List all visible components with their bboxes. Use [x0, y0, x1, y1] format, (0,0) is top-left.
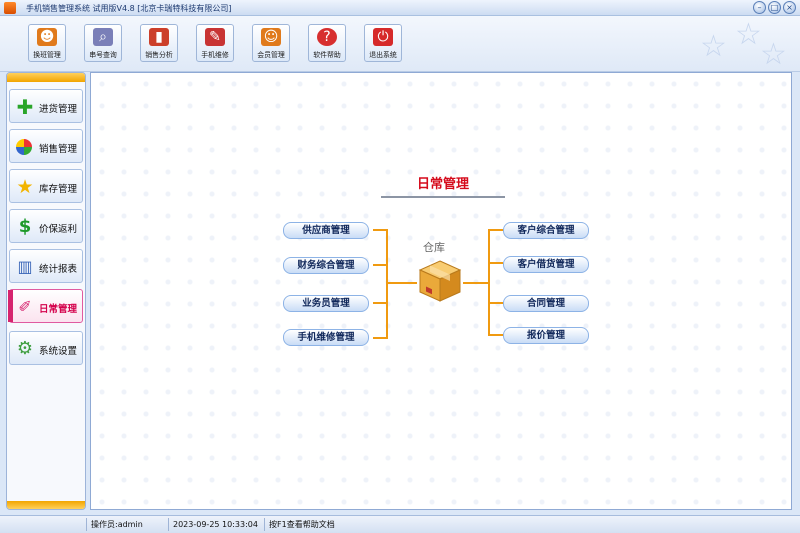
customer-management-node[interactable]: 客户综合管理: [503, 222, 589, 239]
sidebar: ✚ 进货管理 销售管理 ★ 库存管理 $ 价保返利 ▥ 统计报表 ✐ 日常管理 …: [6, 72, 86, 510]
sidebar-item-daily[interactable]: ✐ 日常管理: [8, 289, 83, 323]
member-management-button[interactable]: ☺ 会员管理: [252, 24, 290, 62]
title-bar: 手机销售管理系统 试用版V4.8 [北京卡瑞特科技有限公司] – □ ×: [0, 0, 800, 16]
window-title: 手机销售管理系统 试用版V4.8 [北京卡瑞特科技有限公司]: [26, 4, 232, 13]
status-operator: 操作员:admin: [86, 518, 168, 531]
sidebar-top-bar: [7, 73, 85, 82]
brush-icon: ✐: [18, 297, 32, 316]
toolbar: ☆ ☆ ☆ ☻ 换班管理 ⌕ 串号查询 ▮ 销售分析 ✎ 手机维修 ☺ 会员管理…: [0, 16, 800, 72]
sidebar-item-settings[interactable]: ⚙ 系统设置: [9, 331, 83, 365]
phone-repair-management-node[interactable]: 手机维修管理: [283, 329, 369, 346]
app-logo-icon: [4, 2, 16, 14]
software-help-button[interactable]: ? 软件帮助: [308, 24, 346, 62]
daily-management-diagram: 日常管理 供应商管理 财务综合管理 业务员管理 手机维修管理 客户综合管理 客户…: [91, 73, 793, 511]
person-swap-icon: ☻: [37, 28, 57, 46]
gear-icon: ⚙: [16, 338, 34, 359]
window-controls: – □ ×: [753, 1, 796, 14]
exit-system-button[interactable]: ⏻ 退出系统: [364, 24, 402, 62]
sidebar-item-reports[interactable]: ▥ 统计报表: [9, 249, 83, 283]
status-hint: 按F1查看帮助文档: [264, 518, 794, 531]
bar-chart-icon: ▮: [149, 28, 169, 46]
contract-management-node[interactable]: 合同管理: [503, 295, 589, 312]
sidebar-item-inventory[interactable]: ★ 库存管理: [9, 169, 83, 203]
sidebar-item-sales[interactable]: 销售管理: [9, 129, 83, 163]
quotation-management-node[interactable]: 报价管理: [503, 327, 589, 344]
report-icon: ▥: [17, 257, 33, 276]
globe-icon: [16, 139, 32, 155]
sidebar-bottom-bar: [7, 501, 85, 509]
help-icon: ?: [317, 28, 337, 46]
warehouse-label: 仓库: [423, 241, 445, 254]
customer-loan-management-node[interactable]: 客户借货管理: [503, 256, 589, 273]
star-decoration-icon: ☆: [700, 29, 727, 64]
status-datetime: 2023-09-25 10:33:04: [168, 518, 264, 531]
status-bar: 操作员:admin 2023-09-25 10:33:04 按F1查看帮助文档: [0, 515, 800, 533]
close-button[interactable]: ×: [783, 1, 796, 14]
warehouse-box-icon[interactable]: [418, 259, 462, 303]
magnifier-icon: ⌕: [93, 28, 113, 46]
salesperson-management-node[interactable]: 业务员管理: [283, 295, 369, 312]
plus-icon: ✚: [16, 95, 34, 119]
star-decoration-icon: ☆: [760, 37, 787, 72]
right-connector: [463, 229, 503, 336]
supplier-management-node[interactable]: 供应商管理: [283, 222, 369, 239]
phone-repair-button[interactable]: ✎ 手机维修: [196, 24, 234, 62]
shift-management-button[interactable]: ☻ 换班管理: [28, 24, 66, 62]
star-decoration-icon: ☆: [735, 17, 762, 52]
minimize-button[interactable]: –: [753, 1, 766, 14]
left-connector: [373, 229, 417, 339]
star-icon: ★: [16, 176, 34, 198]
sidebar-item-price-protection[interactable]: $ 价保返利: [9, 209, 83, 243]
screwdriver-icon: ✎: [205, 28, 225, 46]
maximize-button[interactable]: □: [768, 1, 781, 14]
power-icon: ⏻: [373, 28, 393, 46]
dollar-icon: $: [18, 216, 32, 237]
members-icon: ☺: [261, 28, 281, 46]
imei-query-button[interactable]: ⌕ 串号查询: [84, 24, 122, 62]
sidebar-item-purchase[interactable]: ✚ 进货管理: [9, 89, 83, 123]
sales-analysis-button[interactable]: ▮ 销售分析: [140, 24, 178, 62]
status-blank: [2, 518, 86, 531]
main-panel: 日常管理 供应商管理 财务综合管理 业务员管理 手机维修管理 客户综合管理 客户…: [90, 72, 792, 510]
finance-management-node[interactable]: 财务综合管理: [283, 257, 369, 274]
